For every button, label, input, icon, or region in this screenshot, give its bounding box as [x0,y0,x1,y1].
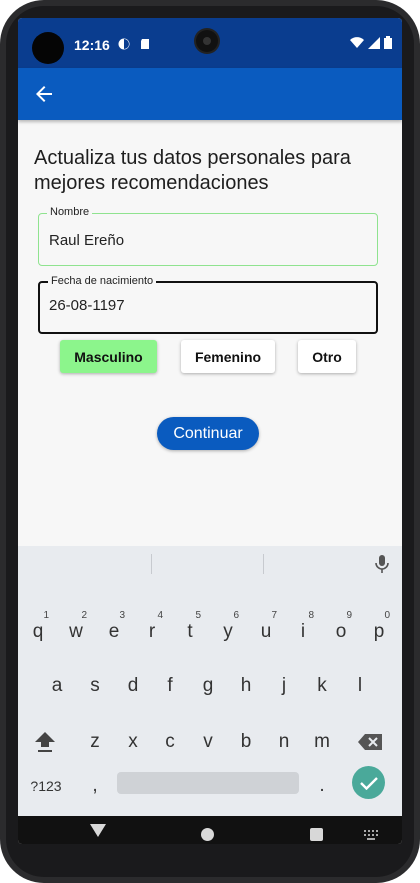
key-hint: 7 [271,610,277,621]
key-m[interactable]: m [307,722,337,762]
front-camera [196,30,218,52]
key-r[interactable]: r4 [137,610,167,652]
key-v[interactable]: v [193,722,223,762]
keyboard-switch-icon[interactable] [364,830,378,840]
key-z[interactable]: z [80,722,110,762]
key-hint: 5 [195,610,201,621]
shift-icon [35,732,55,752]
birthdate-field[interactable]: Fecha de nacimiento 26-08-1197 [38,275,378,334]
key-label: e [108,621,120,642]
data-saver-icon [118,38,130,50]
space-bar[interactable] [117,772,299,794]
status-right-icons [350,36,392,49]
name-field-label: Nombre [47,206,93,218]
signal-icon [368,36,380,49]
keyboard: q1 w2 e3 r4 t5 y6 u7 i8 o9 p0 a s d f g … [18,546,402,816]
key-e[interactable]: e3 [99,610,129,652]
birthdate-field-label: Fecha de nacimiento [48,275,157,287]
key-x[interactable]: x [118,722,148,762]
key-a[interactable]: a [42,666,72,706]
key-t[interactable]: t5 [175,610,205,652]
comma-key[interactable]: , [80,774,110,798]
page-title: Actualiza tus datos personales para mejo… [34,147,351,194]
key-f[interactable]: f [155,666,185,706]
key-hint: 9 [346,610,352,621]
key-hint: 0 [384,610,390,621]
checkmark-icon [359,776,378,790]
key-d[interactable]: d [118,666,148,706]
nav-recents-icon[interactable] [310,828,323,841]
continue-button[interactable]: Continuar [157,417,259,450]
status-bar: 12:16 [18,18,402,68]
key-hint: 8 [308,610,314,621]
battery-icon [384,36,392,49]
status-time: 12:16 [74,37,110,53]
suggestion-divider [151,554,152,574]
name-field-value[interactable]: Raul Ereño [49,232,124,249]
shift-key[interactable] [30,722,60,762]
gender-option-otro[interactable]: Otro [298,340,356,373]
key-o[interactable]: o9 [326,610,356,652]
key-k[interactable]: k [307,666,337,706]
period-key[interactable]: . [307,774,337,798]
key-label: o [335,621,347,642]
key-j[interactable]: j [269,666,299,706]
key-label: p [373,621,385,642]
key-y[interactable]: y6 [213,610,243,652]
key-s[interactable]: s [80,666,110,706]
screen: 12:16 Actualiza tus datos personales par… [18,18,402,844]
sd-card-icon [141,39,149,49]
key-label: t [187,621,193,642]
key-label: y [223,621,233,642]
gender-option-femenino[interactable]: Femenino [181,340,275,373]
nav-back-icon[interactable] [90,824,106,837]
keyboard-done-button[interactable] [352,766,385,799]
key-label: w [69,621,83,642]
key-label: r [148,621,156,642]
key-label: i [300,621,306,642]
key-u[interactable]: u7 [251,610,281,652]
key-q[interactable]: q1 [23,610,53,652]
wifi-icon [350,36,364,48]
key-label: q [32,621,44,642]
birthdate-field-value[interactable]: 26-08-1197 [49,297,125,314]
key-hint: 1 [43,610,49,621]
nav-home-icon[interactable] [201,828,214,841]
key-p[interactable]: p0 [364,610,394,652]
key-c[interactable]: c [155,722,185,762]
suggestion-divider [263,554,264,574]
key-l[interactable]: l [345,666,375,706]
gender-option-masculino[interactable]: Masculino [60,340,157,373]
key-b[interactable]: b [231,722,261,762]
key-g[interactable]: g [193,666,223,706]
key-label: u [260,621,272,642]
microphone-icon[interactable] [374,554,390,574]
symbols-key[interactable]: ?123 [26,774,66,798]
backspace-icon [358,734,382,750]
system-nav-bar [18,816,402,844]
key-n[interactable]: n [269,722,299,762]
key-hint: 2 [81,610,87,621]
suggestion-bar [18,546,402,580]
key-hint: 6 [233,610,239,621]
name-field[interactable]: Nombre Raul Ereño [38,206,378,266]
key-w[interactable]: w2 [61,610,91,652]
app-bar [18,68,402,120]
key-i[interactable]: i8 [288,610,318,652]
camera-cutout [32,32,64,64]
arrow-back-icon[interactable] [32,82,56,106]
key-h[interactable]: h [231,666,261,706]
key-hint: 3 [119,610,125,621]
key-hint: 4 [157,610,163,621]
backspace-key[interactable] [354,722,386,762]
